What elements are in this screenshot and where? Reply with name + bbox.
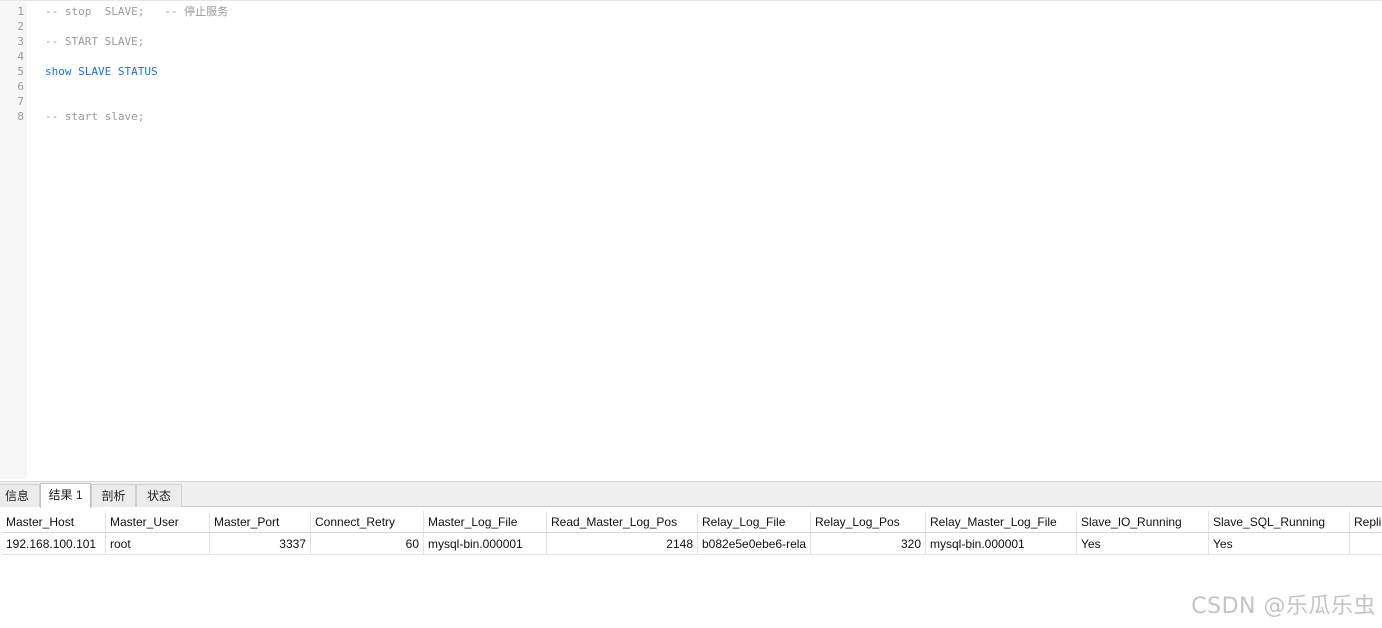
code-line[interactable]: 1 -- stop SLAVE; -- 停止服务 [0, 4, 1382, 19]
column-header[interactable]: Relay_Master_Log_File [926, 511, 1077, 533]
result-grid[interactable]: Master_Host Master_User Master_Port Connect… [0, 511, 1382, 557]
line-text: -- stop SLAVE; -- 停止服务 [45, 5, 229, 18]
column-header[interactable]: Slave_IO_Running [1077, 511, 1209, 533]
code-line[interactable]: 6 [0, 79, 1382, 94]
column-header[interactable]: Master_Port [210, 511, 311, 533]
column-header[interactable]: Slave_SQL_Running [1209, 511, 1350, 533]
result-tab-bar: 信息 结果 1 剖析 状态 [0, 481, 1382, 508]
code-line[interactable]: 8 -- start slave; [0, 109, 1382, 124]
column-header[interactable]: Master_Log_File [424, 511, 547, 533]
code-line[interactable]: 5 show SLAVE STATUS [0, 64, 1382, 79]
table-row[interactable]: 192.168.100.101 root 3337 60 mysql-bin.00000… [0, 533, 1382, 555]
table-cell[interactable]: root [106, 533, 210, 555]
line-text: show SLAVE STATUS [45, 65, 158, 78]
table-cell[interactable]: 192.168.100.101 [2, 533, 106, 555]
line-number: 2 [17, 20, 24, 33]
code-line[interactable]: 2 [0, 19, 1382, 34]
table-cell[interactable]: Yes [1077, 533, 1209, 555]
table-cell[interactable] [1350, 533, 1382, 555]
sql-editor[interactable]: 1 -- stop SLAVE; -- 停止服务 2 3 -- START SLAVE;… [0, 0, 1382, 479]
code-line[interactable]: 3 -- START SLAVE; [0, 34, 1382, 49]
line-number: 5 [17, 65, 24, 78]
tab-profile[interactable]: 剖析 [91, 484, 136, 507]
table-cell[interactable]: 320 [811, 533, 926, 555]
line-number: 6 [17, 80, 24, 93]
table-cell[interactable]: mysql-bin.000001 [424, 533, 547, 555]
watermark: CSDN @乐瓜乐虫 [1191, 594, 1376, 619]
column-header[interactable]: Master_User [106, 511, 210, 533]
line-number: 1 [17, 5, 24, 18]
table-cell[interactable]: 3337 [210, 533, 311, 555]
tab-result-1[interactable]: 结果 1 [40, 483, 91, 508]
column-header[interactable]: Connect_Retry [311, 511, 424, 533]
column-header[interactable]: Relay_Log_File [698, 511, 811, 533]
line-number: 7 [17, 95, 24, 108]
column-header[interactable]: Read_Master_Log_Pos [547, 511, 698, 533]
line-number: 3 [17, 35, 24, 48]
table-cell[interactable]: 60 [311, 533, 424, 555]
line-number: 8 [17, 110, 24, 123]
column-header[interactable]: Master_Host [2, 511, 106, 533]
table-cell[interactable]: 2148 [547, 533, 698, 555]
line-text: -- START SLAVE; [45, 35, 145, 48]
tab-info[interactable]: 信息 [0, 484, 40, 507]
code-line[interactable]: 4 [0, 49, 1382, 64]
table-cell[interactable]: mysql-bin.000001 [926, 533, 1077, 555]
column-header[interactable]: Relay_Log_Pos [811, 511, 926, 533]
table-cell[interactable]: Yes [1209, 533, 1350, 555]
tab-status[interactable]: 状态 [136, 484, 182, 507]
column-header[interactable]: Repli [1350, 511, 1382, 533]
table-cell[interactable]: b082e5e0ebe6-rela [698, 533, 811, 555]
grid-header-row: Master_Host Master_User Master_Port Connect… [0, 511, 1382, 533]
code-line[interactable]: 7 [0, 94, 1382, 109]
line-text: -- start slave; [45, 110, 145, 123]
line-number: 4 [17, 50, 24, 63]
